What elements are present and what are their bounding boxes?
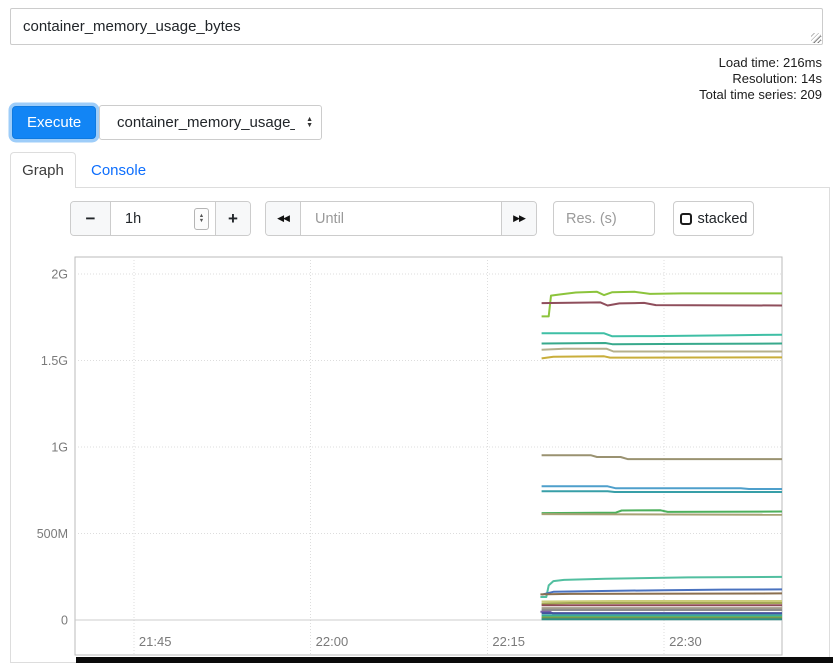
stacked-checkbox-icon	[680, 213, 692, 225]
range-decrease-button[interactable]: −	[71, 202, 111, 235]
range-input-wrap: ▲▼	[111, 202, 215, 235]
metric-select-dropdown[interactable]: container_memory_usage_bytes ▲▼	[99, 105, 322, 140]
until-input[interactable]	[301, 202, 501, 235]
total-series-stat: Total time series: 209	[699, 87, 822, 103]
range-control-group: − ▲▼ +	[70, 201, 251, 236]
prometheus-expression-browser: container_memory_usage_bytes Load time: …	[0, 0, 833, 663]
svg-text:22:00: 22:00	[316, 634, 349, 649]
query-stats: Load time: 216ms Resolution: 14s Total t…	[699, 55, 822, 103]
shift-back-button[interactable]: ◀◀	[266, 202, 301, 235]
query-input-wrap: container_memory_usage_bytes	[10, 8, 823, 45]
until-input-wrap	[301, 202, 501, 235]
execute-button[interactable]: Execute	[12, 106, 96, 139]
resolution-input[interactable]	[553, 201, 655, 236]
svg-text:22:15: 22:15	[492, 634, 525, 649]
svg-text:1G: 1G	[51, 441, 68, 455]
svg-text:0: 0	[61, 614, 68, 628]
select-updown-icon: ▲▼	[306, 117, 313, 129]
shift-forward-button[interactable]: ▶▶	[501, 202, 536, 235]
load-time-stat: Load time: 216ms	[699, 55, 822, 71]
svg-text:21:45: 21:45	[139, 634, 172, 649]
time-shift-group: ◀◀ ▶▶	[265, 201, 537, 236]
svg-text:500M: 500M	[37, 527, 68, 541]
tab-console[interactable]: Console	[78, 152, 159, 188]
query-input[interactable]: container_memory_usage_bytes	[10, 8, 823, 45]
svg-text:1.5G: 1.5G	[41, 354, 68, 368]
bottom-scrollbar[interactable]	[76, 657, 833, 663]
resolution-stat: Resolution: 14s	[699, 71, 822, 87]
range-increase-button[interactable]: +	[215, 202, 250, 235]
range-spinner-icon[interactable]: ▲▼	[194, 208, 209, 230]
stacked-toggle-button[interactable]: stacked	[673, 201, 754, 236]
graph-canvas[interactable]: 21:45 22:00 22:15 22:30 0 500M 1G 1.5G 2G	[30, 250, 830, 660]
metric-select-value: container_memory_usage_bytes	[117, 114, 295, 131]
svg-text:22:30: 22:30	[669, 634, 702, 649]
svg-text:2G: 2G	[51, 268, 68, 282]
tab-graph[interactable]: Graph	[10, 152, 76, 188]
stacked-label: stacked	[698, 211, 748, 227]
